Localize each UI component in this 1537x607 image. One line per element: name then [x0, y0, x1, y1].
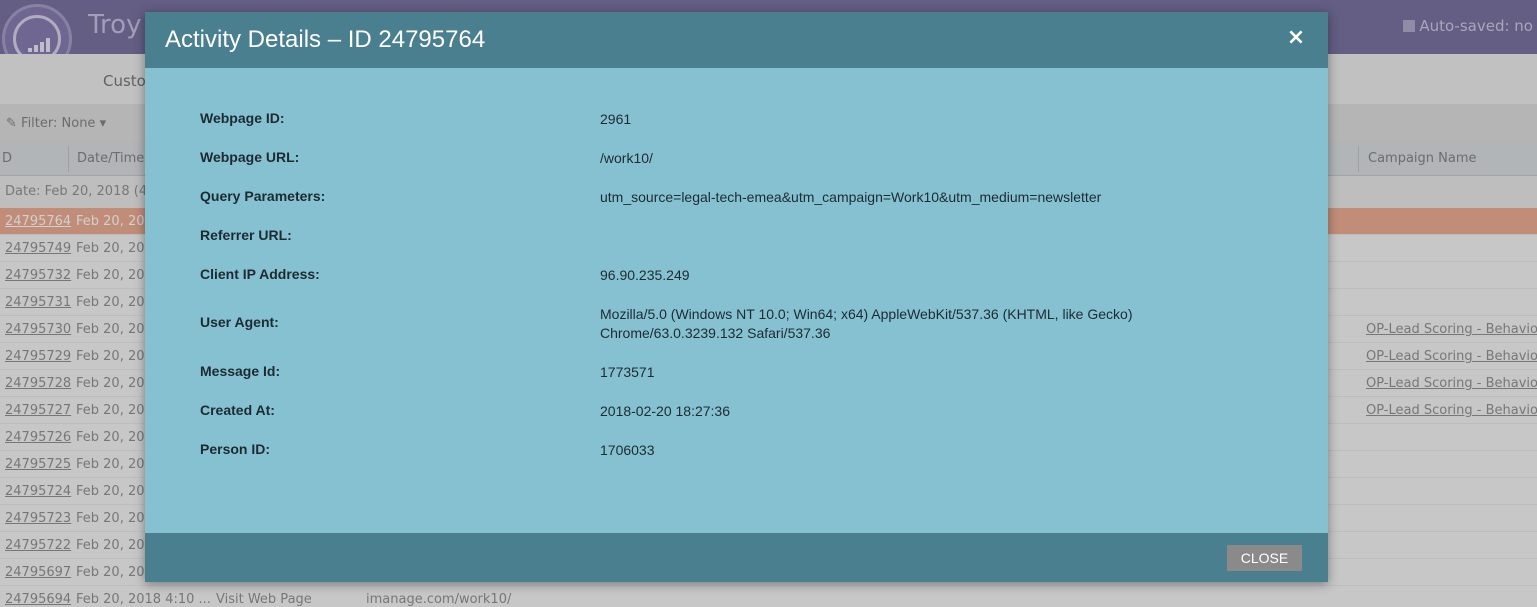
field-label: Webpage ID:: [200, 110, 285, 126]
field-label: Webpage URL:: [200, 149, 300, 165]
field-label: Person ID:: [200, 441, 271, 457]
field-label: Client IP Address:: [200, 266, 320, 282]
field-value: 2961: [600, 111, 632, 127]
field-label: Created At:: [200, 402, 275, 418]
field-value: /work10/: [600, 150, 653, 166]
dialog-header: Activity Details – ID 24795764 ×: [145, 12, 1328, 68]
field-label: User Agent:: [200, 314, 279, 330]
dialog-body: Webpage ID: 2961 Webpage URL: /work10/ Q…: [145, 68, 1328, 533]
field-value: Mozilla/5.0 (Windows NT 10.0; Win64; x64…: [600, 306, 1133, 341]
field-value: 1706033: [600, 442, 655, 458]
close-button[interactable]: CLOSE: [1227, 545, 1302, 571]
activity-details-dialog: Activity Details – ID 24795764 × Webpage…: [145, 12, 1328, 582]
field-value: 96.90.235.249: [600, 267, 690, 283]
field-label: Query Parameters:: [200, 188, 326, 204]
field-value: 1773571: [600, 364, 655, 380]
dialog-title: Activity Details – ID 24795764: [165, 26, 486, 53]
field-label: Referrer URL:: [200, 227, 292, 243]
close-icon[interactable]: ×: [1284, 26, 1308, 50]
field-value: 2018-02-20 18:27:36: [600, 403, 730, 419]
field-value: utm_source=legal-tech-emea&utm_campaign=…: [600, 189, 1102, 205]
dialog-footer: CLOSE: [145, 533, 1328, 582]
field-label: Message Id:: [200, 363, 281, 379]
